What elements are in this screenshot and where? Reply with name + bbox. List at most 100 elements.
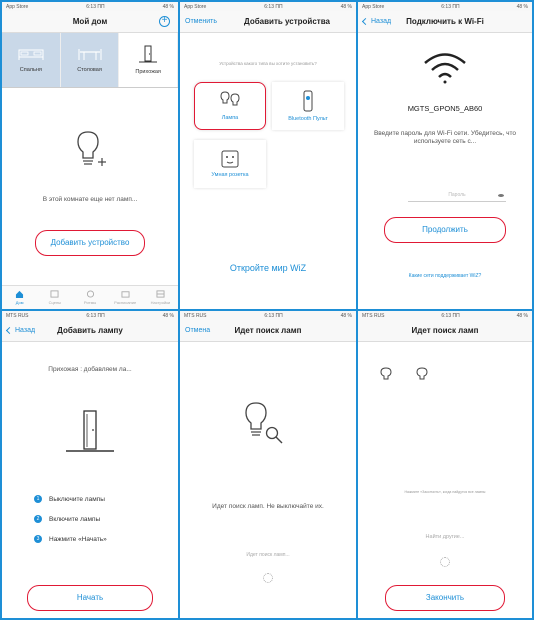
- tab-label: Ритмы: [83, 300, 97, 305]
- room-tab-hallway[interactable]: Прихожая: [119, 33, 178, 87]
- time-label: 6:13 ПП: [441, 3, 460, 10]
- add-room-button[interactable]: +: [159, 16, 170, 27]
- eye-icon[interactable]: [498, 194, 504, 197]
- device-tile-bulb[interactable]: Лампа: [194, 82, 266, 130]
- page-title: Мой дом: [72, 17, 108, 26]
- empty-room-text: В этой комнате еще нет ламп...: [42, 196, 138, 203]
- time-label: 6:13 ПП: [264, 3, 283, 10]
- add-device-button[interactable]: Добавить устройство: [35, 230, 145, 256]
- navbar: Мой дом +: [2, 11, 178, 33]
- bulb-search-icon: [245, 402, 283, 444]
- carrier-label: App Store: [184, 3, 207, 10]
- tab-home[interactable]: Дом: [2, 286, 37, 309]
- room-subtitle: Прихожая : добавляем ла...: [48, 366, 132, 373]
- tab-rhythms[interactable]: Ритмы: [72, 286, 107, 309]
- bed-icon: [18, 49, 44, 60]
- room-selector: Спальня Столовая Прихожая: [2, 33, 178, 88]
- carrier-label: MTS RUS: [362, 312, 385, 319]
- ssid-label: MGTS_GPON5_AB60: [407, 104, 483, 113]
- room-tab-dining[interactable]: Столовая: [60, 33, 120, 87]
- settings-icon: [156, 290, 165, 298]
- loading-spinner-icon: [440, 557, 450, 567]
- tab-settings[interactable]: Настройки: [143, 286, 178, 309]
- lamps-found-screen: MTS RUS 6:13 ПП 48 % Идет поиск ламп Наж…: [358, 311, 532, 618]
- bulb-icon: [220, 91, 240, 106]
- status-bar: App Store 6:13 ПП 48 %: [180, 2, 356, 11]
- cancel-button[interactable]: Отменить: [185, 18, 217, 25]
- scenes-icon: [50, 290, 59, 298]
- step-label: Включите лампы: [49, 515, 101, 523]
- start-button[interactable]: Начать: [27, 585, 153, 611]
- page-title: Подключить к Wi-Fi: [406, 17, 484, 26]
- room-label: Столовая: [77, 67, 102, 73]
- found-instructions: Нажмите «Закончить», когда найдутся все …: [404, 490, 486, 494]
- battery-label: 48 %: [516, 3, 528, 10]
- step-number: 1: [34, 495, 42, 503]
- my-home-screen: App Store 6:13 ПП 48 % Мой дом + Спальня…: [2, 2, 178, 309]
- progress-text: Идет поиск ламп...: [246, 552, 290, 558]
- status-bar: App Store 6:13 ПП 48 %: [358, 2, 532, 11]
- password-placeholder: Пароль: [448, 192, 466, 198]
- wifi-instructions: Введите пароль для Wi-Fi сети. Убедитесь…: [373, 130, 517, 145]
- tab-label: Сцены: [48, 300, 62, 305]
- tab-label: Расписание: [114, 300, 137, 305]
- supported-networks-link[interactable]: Какие сети поддерживает WiZ?: [358, 272, 532, 280]
- plus-icon: +: [159, 16, 170, 27]
- chevron-left-icon: [361, 17, 370, 26]
- continue-button[interactable]: Продолжить: [384, 217, 506, 243]
- battery-label: 48 %: [162, 312, 174, 319]
- carrier-label: App Store: [6, 3, 29, 10]
- discover-wiz-link[interactable]: Откройте мир WiZ: [180, 264, 356, 273]
- navbar: Отмена Идет поиск ламп: [180, 320, 356, 342]
- table-icon: [78, 49, 101, 60]
- finish-button[interactable]: Закончить: [385, 585, 505, 611]
- step-number: 3: [34, 535, 42, 543]
- carrier-label: MTS RUS: [184, 312, 207, 319]
- navbar: Идет поиск ламп: [358, 320, 532, 342]
- searching-message: Идет поиск ламп. Не выключайте их.: [212, 503, 324, 510]
- page-title: Добавить лампу: [57, 326, 123, 335]
- bulb-add-icon: [77, 131, 106, 166]
- add-lamp-screen: MTS RUS 6:13 ПП 48 % Назад Добавить ламп…: [2, 311, 178, 618]
- battery-label: 48 %: [340, 3, 352, 10]
- device-tile-plug[interactable]: Умная розетка: [194, 140, 266, 188]
- device-label: Лампа: [221, 115, 239, 121]
- navbar: Отменить Добавить устройства: [180, 11, 356, 33]
- navbar: Назад Добавить лампу: [2, 320, 178, 342]
- add-devices-screen: App Store 6:13 ПП 48 % Отменить Добавить…: [180, 2, 356, 309]
- tab-scenes[interactable]: Сцены: [37, 286, 72, 309]
- chevron-left-icon: [5, 326, 14, 335]
- tab-schedule[interactable]: Расписание: [108, 286, 143, 309]
- device-tile-remote[interactable]: Bluetooth Пульт: [272, 82, 344, 130]
- back-button[interactable]: Назад: [5, 326, 36, 335]
- page-title: Идет поиск ламп: [411, 326, 479, 335]
- time-label: 6:13 ПП: [86, 3, 105, 10]
- room-label: Прихожая: [135, 69, 161, 75]
- page-title: Идет поиск ламп: [234, 326, 302, 335]
- battery-label: 48 %: [340, 312, 352, 319]
- navbar: Назад Подключить к Wi-Fi: [358, 11, 532, 33]
- back-label: Назад: [371, 18, 392, 25]
- back-label: Назад: [15, 327, 36, 334]
- door-icon: [66, 410, 114, 452]
- password-input[interactable]: Пароль: [408, 192, 506, 202]
- tutorial-collage: App Store 6:13 ПП 48 % Мой дом + Спальня…: [0, 0, 534, 620]
- tab-bar: Дом Сцены Ритмы Расписание Настройки: [2, 285, 178, 309]
- tab-label: Настройки: [150, 300, 171, 305]
- time-label: 6:13 ПП: [264, 312, 283, 319]
- carrier-label: MTS RUS: [6, 312, 29, 319]
- back-button[interactable]: Назад: [361, 17, 392, 26]
- page-title: Добавить устройства: [244, 17, 330, 26]
- room-label: Спальня: [19, 67, 42, 73]
- status-bar: App Store 6:13 ПП 48 %: [2, 2, 178, 11]
- step-label: Выключите лампы: [49, 495, 105, 503]
- cancel-button[interactable]: Отмена: [185, 327, 210, 334]
- found-bulb-icon[interactable]: [380, 367, 392, 381]
- room-tab-bedroom[interactable]: Спальня: [2, 33, 61, 87]
- device-label: Bluetooth Пульт: [288, 116, 328, 122]
- status-bar: MTS RUS 6:13 ПП 48 %: [2, 311, 178, 320]
- found-bulb-icon[interactable]: [416, 367, 428, 381]
- searching-lamps-screen: MTS RUS 6:13 ПП 48 % Отмена Идет поиск л…: [180, 311, 356, 618]
- rhythm-icon: [86, 290, 94, 298]
- step-item: 1 Выключите лампы: [34, 495, 105, 503]
